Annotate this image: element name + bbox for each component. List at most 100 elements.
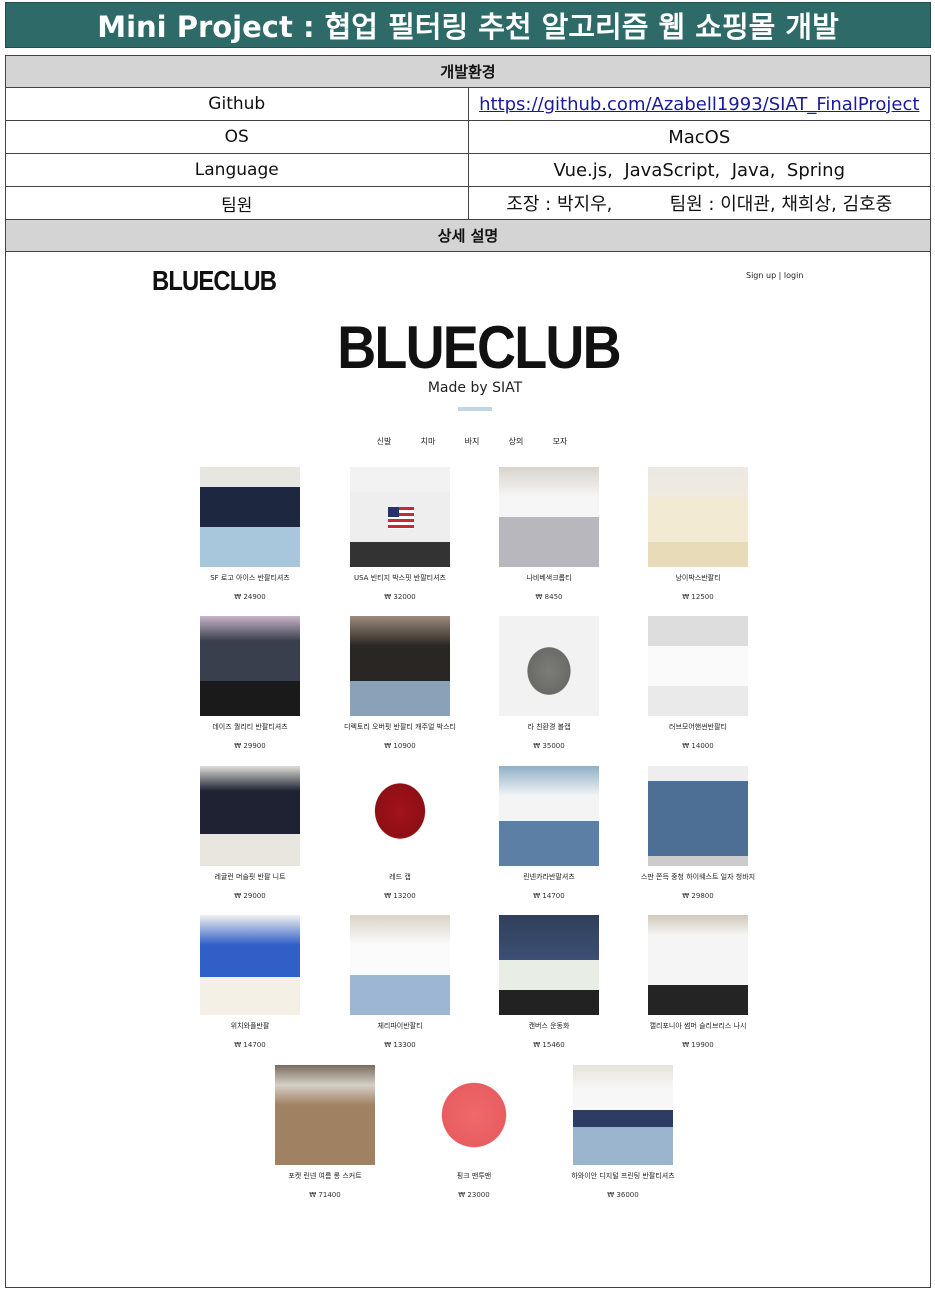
product-card[interactable]: 러브모어핸썬반팔티 ₩ 14000 (623, 616, 773, 750)
product-price: ₩ 14000 (682, 742, 714, 750)
row-value-language: Vue.js, JavaScript, Java, Spring (467, 153, 931, 187)
product-card[interactable]: 스판 쫀득 중청 하이웨스트 일자 청바지 ₩ 29800 (623, 766, 773, 900)
product-card[interactable]: 낭이박스반팔티 ₩ 12500 (623, 467, 773, 601)
category-tops[interactable]: 상의 (494, 436, 538, 447)
category-pants[interactable]: 바지 (450, 436, 494, 447)
product-name[interactable]: 체리파이반팔티 (325, 1021, 475, 1031)
product-name[interactable]: 린넨카라반팔셔츠 (474, 872, 624, 882)
product-image[interactable] (648, 915, 748, 1015)
row-key-github: Github (5, 87, 469, 121)
hero-divider (458, 407, 492, 411)
product-name[interactable]: 데이즈 퀄리티 반팔티셔츠 (175, 722, 325, 732)
product-image[interactable] (499, 915, 599, 1015)
product-price: ₩ 29000 (234, 892, 266, 900)
product-price: ₩ 29800 (682, 892, 714, 900)
product-card[interactable]: 캘리포니아 썸머 슬리브리스 나시 ₩ 19900 (623, 915, 773, 1049)
product-card[interactable]: 포켓 린넨 여름 롱 스커트 ₩ 71400 (250, 1065, 400, 1199)
product-image[interactable] (424, 1065, 524, 1165)
auth-links[interactable]: Sign up | login (746, 271, 803, 280)
product-price: ₩ 23000 (458, 1191, 490, 1199)
product-card[interactable]: 하와이안 디지털 프린팅 반팔티셔츠 ₩ 36000 (548, 1065, 698, 1199)
product-image[interactable] (350, 766, 450, 866)
product-card[interactable]: 레귤런 머슬핏 반팔 니트 ₩ 29000 (175, 766, 325, 900)
product-name[interactable]: 레드 캡 (325, 872, 475, 882)
product-price: ₩ 13200 (384, 892, 416, 900)
product-name[interactable]: 위치와플반팔 (175, 1021, 325, 1031)
product-image[interactable] (200, 616, 300, 716)
product-name[interactable]: 러브모어핸썬반팔티 (623, 722, 773, 732)
dev-environment-table: 개발환경 Github https://github.com/Azabell19… (5, 55, 931, 252)
row-key-os: OS (5, 120, 469, 154)
product-card[interactable]: 레드 캡 ₩ 13200 (325, 766, 475, 900)
product-name[interactable]: USA 빈티지 박스핏 반팔티셔츠 (325, 573, 475, 583)
product-image[interactable] (350, 616, 450, 716)
product-name[interactable]: 포켓 린넨 여름 롱 스커트 (250, 1171, 400, 1181)
product-image[interactable] (200, 467, 300, 567)
product-card[interactable]: SF 로고 아이스 반팔티셔츠 ₩ 24900 (175, 467, 325, 601)
product-name[interactable]: 레귤런 머슬핏 반팔 니트 (175, 872, 325, 882)
product-card[interactable]: 캔버스 운동화 ₩ 15460 (474, 915, 624, 1049)
product-image[interactable] (499, 616, 599, 716)
product-image[interactable] (499, 467, 599, 567)
product-name[interactable]: 나비베색크롭티 (474, 573, 624, 583)
product-image[interactable] (350, 467, 450, 567)
product-image[interactable] (499, 766, 599, 866)
product-image[interactable] (200, 915, 300, 1015)
product-image[interactable] (275, 1065, 375, 1165)
product-price: ₩ 35000 (533, 742, 565, 750)
product-price: ₩ 32000 (384, 593, 416, 601)
hero-title: BLUECLUB (337, 314, 621, 381)
row-value-team: 조장 : 박지우, 팀원 : 이대관, 채희상, 김호중 (467, 186, 931, 220)
product-price: ₩ 24900 (234, 593, 266, 601)
product-card[interactable]: 나비베색크롭티 ₩ 8450 (474, 467, 624, 601)
category-shoes[interactable]: 신발 (362, 436, 406, 447)
page-title: Mini Project : 협업 필터링 추천 알고리즘 웹 쇼핑몰 개발 (5, 2, 931, 48)
hero-subtitle: Made by SIAT (427, 380, 523, 396)
product-card[interactable]: 위치와플반팔 ₩ 14700 (175, 915, 325, 1049)
github-link[interactable]: https://github.com/Azabell1993/SIAT_Fina… (479, 94, 919, 115)
row-key-team: 팀원 (5, 186, 469, 220)
product-price: ₩ 14700 (533, 892, 565, 900)
product-image[interactable] (648, 616, 748, 716)
product-name[interactable]: 낭이박스반팔티 (623, 573, 773, 583)
product-name[interactable]: 핑크 맨투맨 (399, 1171, 549, 1181)
product-name[interactable]: 디렉토리 오버핏 반팔티 캐주얼 박스티 (325, 722, 475, 732)
product-card[interactable]: 디렉토리 오버핏 반팔티 캐주얼 박스티 ₩ 10900 (325, 616, 475, 750)
product-card[interactable]: 린넨카라반팔셔츠 ₩ 14700 (474, 766, 624, 900)
category-nav: 신발 치마 바지 상의 모자 (362, 436, 582, 447)
category-hats[interactable]: 모자 (538, 436, 582, 447)
product-name[interactable]: 캘리포니아 썸머 슬리브리스 나시 (623, 1021, 773, 1031)
product-price: ₩ 12500 (682, 593, 714, 601)
product-image[interactable] (648, 467, 748, 567)
product-price: ₩ 10900 (384, 742, 416, 750)
row-key-language: Language (5, 153, 469, 187)
product-card[interactable]: 데이즈 퀄리티 반팔티셔츠 ₩ 29900 (175, 616, 325, 750)
row-value-os: MacOS (467, 120, 931, 154)
product-price: ₩ 14700 (234, 1041, 266, 1049)
product-name[interactable]: 캔버스 운동화 (474, 1021, 624, 1031)
product-image[interactable] (200, 766, 300, 866)
product-image[interactable] (648, 766, 748, 866)
section-heading-env: 개발환경 (5, 55, 931, 88)
product-card[interactable]: 핑크 맨투맨 ₩ 23000 (399, 1065, 549, 1199)
product-name[interactable]: 라 친환경 볼캡 (474, 722, 624, 732)
product-image[interactable] (573, 1065, 673, 1165)
product-price: ₩ 36000 (607, 1191, 639, 1199)
product-name[interactable]: SF 로고 아이스 반팔티셔츠 (175, 573, 325, 583)
product-name[interactable]: 스판 쫀득 중청 하이웨스트 일자 청바지 (623, 872, 773, 882)
product-price: ₩ 15460 (533, 1041, 565, 1049)
product-price: ₩ 13300 (384, 1041, 416, 1049)
product-card[interactable]: USA 빈티지 박스핏 반팔티셔츠 ₩ 32000 (325, 467, 475, 601)
product-price: ₩ 19900 (682, 1041, 714, 1049)
section-heading-detail: 상세 설명 (5, 219, 931, 252)
product-card[interactable]: 체리파이반팔티 ₩ 13300 (325, 915, 475, 1049)
product-price: ₩ 29900 (234, 742, 266, 750)
product-name[interactable]: 하와이안 디지털 프린팅 반팔티셔츠 (548, 1171, 698, 1181)
category-skirts[interactable]: 치마 (406, 436, 450, 447)
product-price: ₩ 8450 (535, 593, 563, 601)
row-value-github: https://github.com/Azabell1993/SIAT_Fina… (467, 87, 931, 121)
product-image[interactable] (350, 915, 450, 1015)
product-card[interactable]: 라 친환경 볼캡 ₩ 35000 (474, 616, 624, 750)
site-logo[interactable]: BLUECLUB (152, 265, 277, 297)
product-price: ₩ 71400 (309, 1191, 341, 1199)
